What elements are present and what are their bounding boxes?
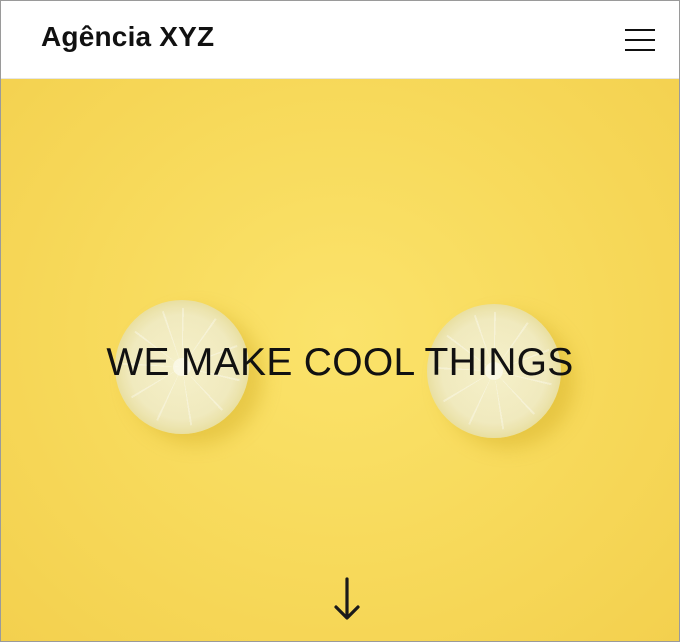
menu-line xyxy=(625,29,655,31)
menu-line xyxy=(625,39,655,41)
menu-line xyxy=(625,49,655,51)
arrow-down-icon[interactable] xyxy=(330,577,364,623)
hamburger-menu-icon[interactable] xyxy=(625,27,657,53)
page: Agência XYZ WE MAKE COOL THINGS xyxy=(0,0,680,642)
hero-section: WE MAKE COOL THINGS xyxy=(1,79,679,641)
site-header: Agência XYZ xyxy=(1,1,679,79)
brand-logo[interactable]: Agência XYZ xyxy=(41,23,214,51)
hero-title: WE MAKE COOL THINGS xyxy=(106,341,574,384)
